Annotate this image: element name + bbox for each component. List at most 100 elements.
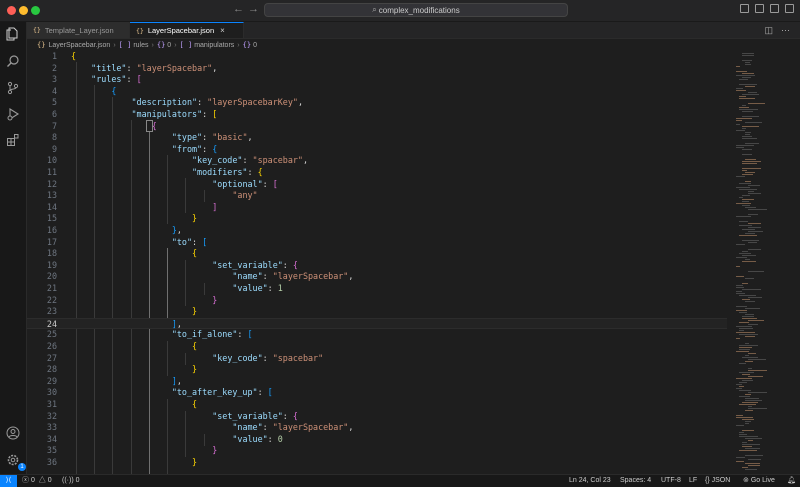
minimap-line (748, 392, 767, 393)
gear-icon[interactable]: 1 (6, 453, 26, 471)
minimap-line (742, 444, 760, 445)
minimap-line (736, 293, 745, 294)
indentation-setting[interactable]: Spaces: 4 (620, 475, 651, 487)
notifications-icon[interactable]: 🔔︎ (787, 475, 796, 487)
minimap-line (745, 314, 754, 315)
minimap-line (736, 276, 744, 277)
minimap-line (748, 92, 757, 93)
code-line: 15 } (46, 213, 198, 224)
search-icon[interactable] (6, 54, 20, 68)
close-window-button[interactable] (7, 6, 16, 15)
go-live-button[interactable]: ⊚ Go Live (743, 475, 775, 487)
breadcrumb-index[interactable]: 0 (167, 42, 171, 49)
minimap-line (745, 336, 755, 337)
minimap-line (739, 363, 746, 364)
command-center-search[interactable]: ⌕ complex_modifications (264, 3, 568, 17)
forward-arrow-icon[interactable]: → (248, 3, 259, 15)
minimap-line (739, 334, 758, 335)
broadcast-icon: ((·)) (62, 477, 74, 484)
minimap-line (736, 310, 747, 311)
problems-indicator[interactable]: ⓧ 0 △ 0 (22, 475, 52, 487)
minimap[interactable] (728, 51, 790, 474)
minimap-line (739, 345, 758, 346)
tab-label: LayerSpacebar.json (147, 26, 215, 35)
encoding-setting[interactable]: UTF-8 (661, 475, 681, 487)
minimap-line (736, 75, 755, 76)
breadcrumb-file[interactable]: LayerSpacebar.json (48, 42, 110, 49)
code-line: 14 ] (46, 201, 218, 212)
object-symbol-icon: {} (156, 41, 166, 49)
minimap-line (736, 71, 747, 72)
close-icon[interactable]: × (220, 26, 225, 35)
breadcrumb-rules[interactable]: rules (133, 42, 148, 49)
cursor-position[interactable]: Ln 24, Col 23 (569, 475, 611, 487)
minimap-line (745, 398, 759, 399)
minimap-line (736, 130, 745, 131)
extensions-icon[interactable] (6, 133, 20, 147)
vertical-scrollbar[interactable] (792, 51, 800, 474)
minimap-line (739, 396, 750, 397)
minimap-line (742, 111, 753, 112)
minimap-line (748, 368, 752, 369)
back-arrow-icon[interactable]: ← (233, 3, 244, 15)
minimap-line (742, 138, 757, 139)
minimap-line (748, 320, 764, 321)
code-line: 31 { (46, 399, 198, 409)
more-actions-icon[interactable]: ⋯ (781, 25, 790, 36)
toggle-panel-icon[interactable] (755, 4, 764, 13)
split-editor-icon[interactable]: ◫ (764, 25, 773, 36)
zoom-window-button[interactable] (31, 6, 40, 15)
minimap-line (739, 183, 751, 184)
minimap-line (736, 124, 740, 125)
code-editor[interactable]: 1{ 2 "title": "layerSpacebar", 3 "rules"… (27, 51, 727, 474)
minimap-line (736, 388, 742, 389)
minimap-line (742, 251, 748, 252)
account-icon[interactable] (6, 426, 20, 440)
minimap-line (742, 380, 753, 381)
source-control-icon[interactable] (6, 81, 20, 95)
breadcrumb-manipulators[interactable]: manipulators (194, 42, 234, 49)
minimap-line (748, 297, 762, 298)
remote-indicator-icon[interactable]: ⟩⟨ (0, 475, 17, 487)
array-symbol-icon: [ ] (179, 41, 193, 49)
eol-setting[interactable]: LF (689, 475, 697, 487)
minimize-window-button[interactable] (19, 6, 28, 15)
minimap-line (736, 216, 751, 217)
code-line: 32 "set_variable": { (46, 410, 298, 421)
minimap-line (742, 126, 759, 127)
minimap-line (748, 193, 761, 194)
customize-layout-icon[interactable] (785, 4, 794, 13)
title-bar: ← → ⌕ complex_modifications (0, 0, 800, 22)
toggle-primary-sidebar-icon[interactable] (740, 4, 749, 13)
object-symbol-icon: {} (242, 41, 252, 49)
minimap-line (742, 199, 754, 200)
tab-template-layer[interactable]: {} Template_Layer.json (27, 22, 130, 38)
minimap-line (748, 459, 761, 460)
minimap-line (736, 457, 745, 458)
ports-indicator[interactable]: ((·)) 0 (62, 475, 80, 487)
settings-badge: 1 (18, 463, 26, 471)
minimap-line (748, 324, 758, 325)
code-line: 4 { (51, 85, 117, 96)
minimap-line (745, 394, 751, 395)
minimap-line (748, 249, 761, 250)
code-line: 11 "modifiers": { (46, 167, 263, 177)
minimap-line (745, 448, 760, 449)
minimap-line (742, 168, 761, 169)
minimap-line (736, 66, 740, 67)
breadcrumb-index[interactable]: 0 (253, 42, 257, 49)
language-mode[interactable]: {} JSON (705, 475, 730, 487)
minimap-line (742, 174, 753, 175)
minimap-line (736, 90, 746, 91)
minimap-line (736, 338, 740, 339)
minimap-line (745, 259, 750, 260)
minimap-line (748, 214, 758, 215)
minimap-line (745, 278, 754, 279)
toggle-secondary-sidebar-icon[interactable] (770, 4, 779, 13)
window-title: complex_modifications (378, 5, 460, 15)
files-icon[interactable] (6, 27, 20, 41)
run-debug-icon[interactable] (6, 107, 20, 121)
tab-layer-spacebar[interactable]: {} LayerSpacebar.json × (130, 22, 244, 38)
minimap-line (742, 163, 757, 164)
minimap-line (742, 136, 752, 137)
